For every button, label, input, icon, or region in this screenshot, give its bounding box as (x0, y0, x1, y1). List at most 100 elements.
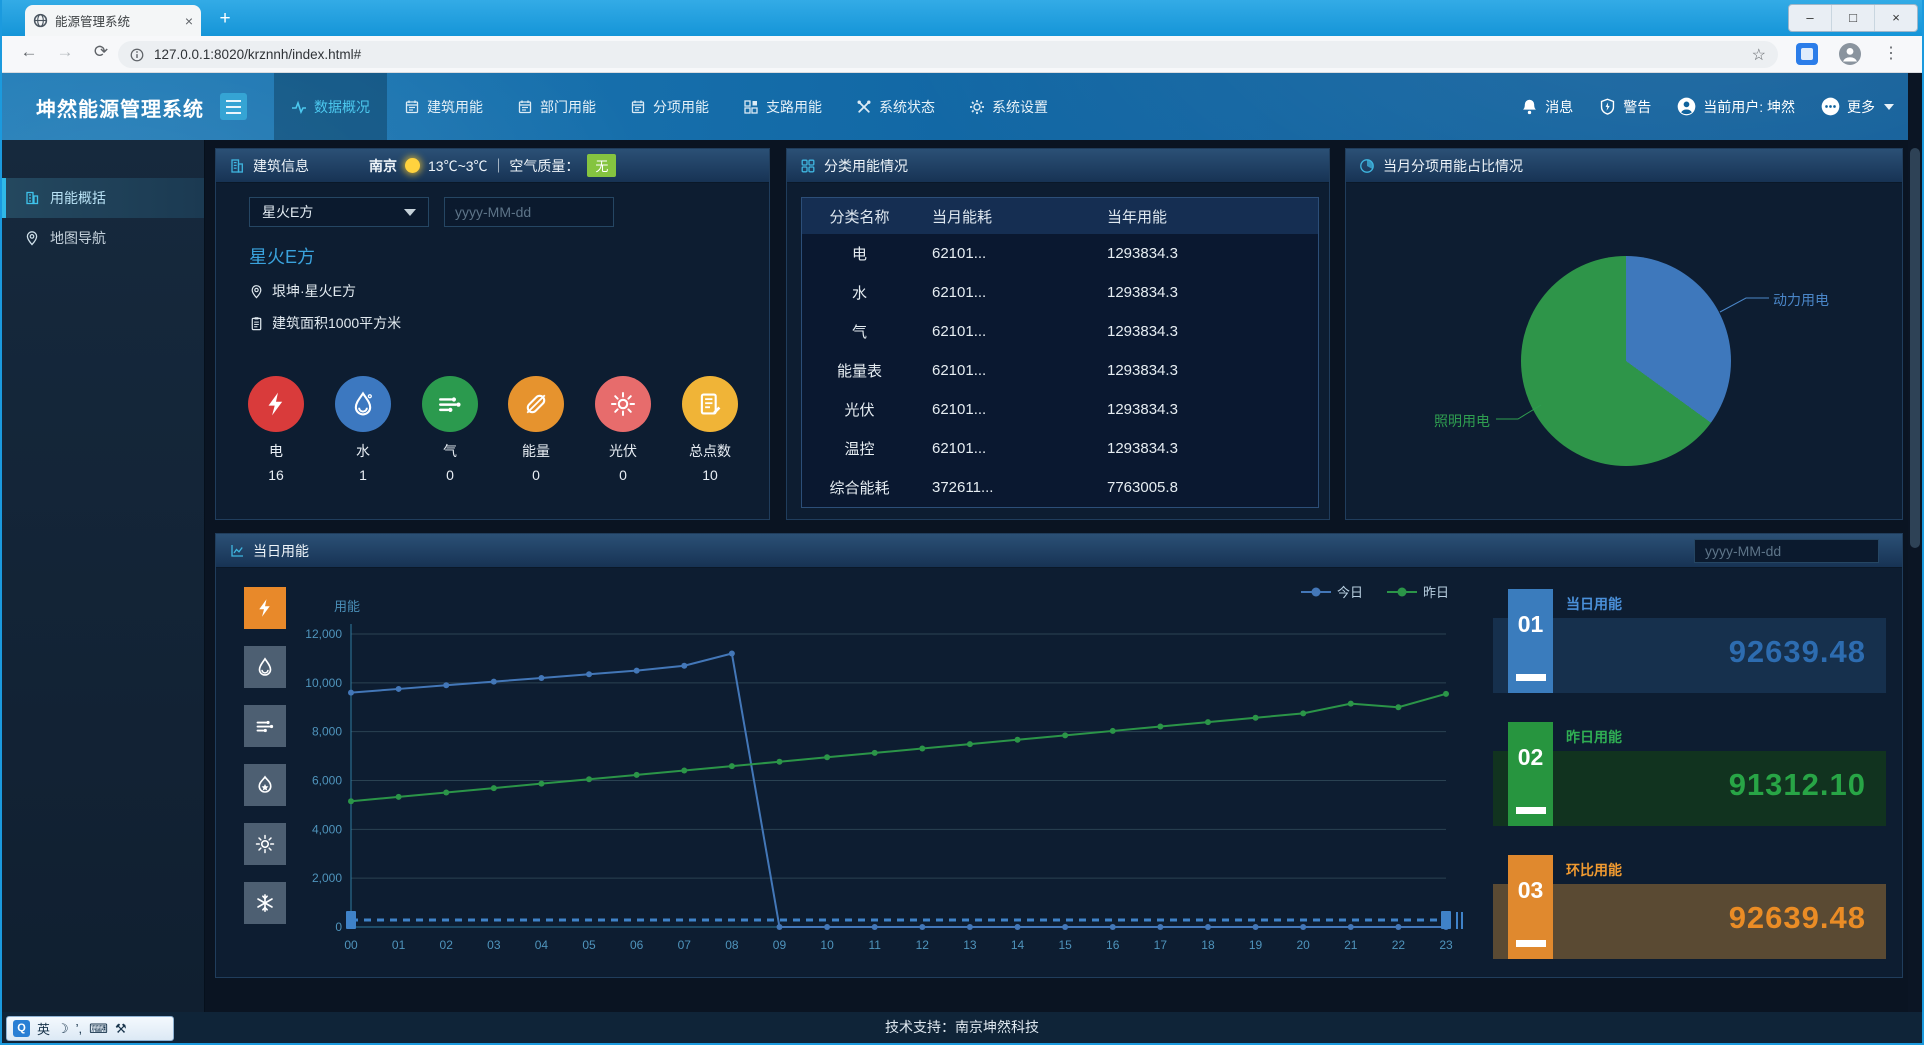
building-area: 建筑面积1000平方米 (272, 313, 401, 333)
line-chart[interactable]: 02,0004,0006,0008,00010,00012,0000001020… (306, 609, 1476, 961)
current-user-button[interactable]: 当前用户: 坤然 (1677, 97, 1795, 117)
more-button[interactable]: 更多 (1821, 97, 1894, 117)
daily-date-input[interactable] (1694, 539, 1879, 563)
energy-type-water-button[interactable] (244, 646, 286, 688)
table-cell: 1293834.3 (1097, 245, 1318, 262)
ime-logo-icon[interactable]: Q (13, 1020, 30, 1037)
app-title: 坤然能源管理系统 (36, 93, 204, 122)
building-name: 星火E方 (249, 243, 315, 269)
sun-icon (255, 834, 275, 854)
panel-title: 分类用能情况 (824, 156, 908, 176)
svg-text:06: 06 (630, 938, 644, 952)
ime-keyboard-icon[interactable]: ⌨ (89, 1021, 108, 1037)
table-cell: 电 (802, 243, 917, 264)
svg-text:01: 01 (392, 938, 406, 952)
building-select[interactable]: 星火E方 (249, 197, 429, 227)
close-button[interactable]: × (1874, 5, 1917, 31)
nav-item-building-energy[interactable]: 建筑用能 (387, 73, 500, 140)
nav-item-subitem-energy[interactable]: 分项用能 (613, 73, 726, 140)
browser-tab[interactable]: 能源管理系统 × (25, 5, 201, 36)
scrollbar-thumb[interactable] (1910, 148, 1920, 548)
svg-text:23: 23 (1439, 938, 1453, 952)
nav-item-data-overview[interactable]: 数据概况 (274, 73, 387, 140)
sidebar: 用能概括 地图导航 (2, 140, 205, 1012)
sun-icon (595, 376, 651, 432)
location-pin-icon (249, 284, 264, 299)
svg-text:19: 19 (1249, 938, 1263, 952)
svg-text:05: 05 (582, 938, 596, 952)
svg-text:20: 20 (1296, 938, 1310, 952)
svg-text:13: 13 (963, 938, 977, 952)
nav-item-system-settings[interactable]: 系统设置 (952, 73, 1065, 140)
ime-halfwidth-icon[interactable]: ☽ (57, 1021, 69, 1037)
svg-text:12,000: 12,000 (306, 627, 342, 641)
card-label: 环比用能 (1566, 860, 1622, 880)
table-cell: 1293834.3 (1097, 362, 1318, 379)
energy-overview-icon (24, 190, 40, 206)
energy-type-solar-button[interactable] (244, 823, 286, 865)
energy-type-heat-button[interactable] (244, 764, 286, 806)
table-row: 能量表62101...1293834.3 (802, 351, 1318, 390)
new-tab-button[interactable]: + (212, 7, 238, 31)
card-value: 92639.48 (1729, 634, 1866, 670)
legend-item-today[interactable]: 今日 (1301, 582, 1363, 601)
building-date-input[interactable] (444, 197, 614, 227)
menu-toggle-button[interactable] (220, 93, 247, 120)
back-button[interactable]: ← (16, 42, 42, 62)
page-info-icon[interactable] (130, 48, 144, 62)
svg-text:00: 00 (344, 938, 358, 952)
table-cell: 温控 (802, 438, 917, 459)
bell-icon (1521, 98, 1538, 115)
svg-text:07: 07 (678, 938, 692, 952)
pie-panel-header: 当月分项用能占比情况 (1346, 149, 1902, 183)
ime-language-toggle[interactable]: 英 (37, 1019, 50, 1038)
svg-text:09: 09 (773, 938, 787, 952)
energy-type-electricity-button[interactable] (244, 587, 286, 629)
sidebar-item-energy-overview[interactable]: 用能概括 (2, 178, 204, 218)
legend-item-yesterday[interactable]: 昨日 (1387, 582, 1449, 601)
reload-button[interactable]: ⟳ (88, 42, 114, 62)
column-header: 分类名称 (802, 206, 917, 227)
nav-item-department-energy[interactable]: 部门用能 (500, 73, 613, 140)
svg-text:17: 17 (1154, 938, 1168, 952)
svg-text:15: 15 (1058, 938, 1072, 952)
energy-type-cooling-button[interactable] (244, 882, 286, 924)
bookmark-star-icon[interactable]: ☆ (1752, 45, 1766, 65)
pie-chart[interactable] (1521, 256, 1731, 466)
ime-tools-icon[interactable]: ⚒ (115, 1021, 127, 1037)
category-energy-panel: 分类用能情况 分类名称 当月能耗 当年用能 电62101...1293834.3… (786, 148, 1330, 520)
table-row: 温控62101...1293834.3 (802, 429, 1318, 468)
profile-avatar-icon[interactable] (1838, 42, 1862, 66)
ime-toolbar[interactable]: Q 英 ☽ ’, ⌨ ⚒ (6, 1016, 174, 1041)
address-bar[interactable]: 127.0.0.1:8020/krznnh/index.html# ☆ (118, 41, 1778, 68)
maximize-button[interactable]: □ (1831, 5, 1874, 31)
minimize-button[interactable]: – (1789, 5, 1831, 31)
nav-item-system-status[interactable]: 系统状态 (839, 73, 952, 140)
forward-button[interactable]: → (52, 42, 78, 62)
water-drop-icon (255, 657, 275, 677)
extension-icon[interactable] (1796, 43, 1818, 65)
card-rank-tab: 02 (1508, 722, 1553, 826)
svg-text:0: 0 (335, 920, 342, 934)
footer: 技术支持：南京坤然科技 (2, 1012, 1922, 1043)
browser-menu-icon[interactable]: ⋮ (1878, 43, 1904, 63)
table-cell: 372611... (917, 479, 1097, 496)
table-row: 光伏62101...1293834.3 (802, 390, 1318, 429)
nav-item-branch-energy[interactable]: 支路用能 (726, 73, 839, 140)
ime-punctuation-icon[interactable]: ’, (76, 1021, 83, 1036)
chevron-down-icon (1884, 104, 1894, 110)
sidebar-item-map-nav[interactable]: 地图导航 (2, 218, 204, 258)
messages-button[interactable]: 消息 (1521, 97, 1573, 117)
energy-type-gas-button[interactable] (244, 705, 286, 747)
pie-label-lighting: 照明用电 (1434, 411, 1490, 431)
tab-close-icon[interactable]: × (185, 13, 193, 29)
alerts-button[interactable]: 警告 (1599, 97, 1651, 117)
weather-text: 13℃~3℃ ｜ 空气质量： (428, 156, 579, 176)
table-cell: 62101... (917, 362, 1097, 379)
svg-text:03: 03 (487, 938, 501, 952)
column-header: 当月能耗 (917, 206, 1097, 227)
pulse-icon (291, 99, 307, 115)
url-text[interactable]: 127.0.0.1:8020/krznnh/index.html# (154, 47, 1752, 62)
stat-solar: 光伏 0 (595, 376, 651, 483)
table-cell: 光伏 (802, 399, 917, 420)
